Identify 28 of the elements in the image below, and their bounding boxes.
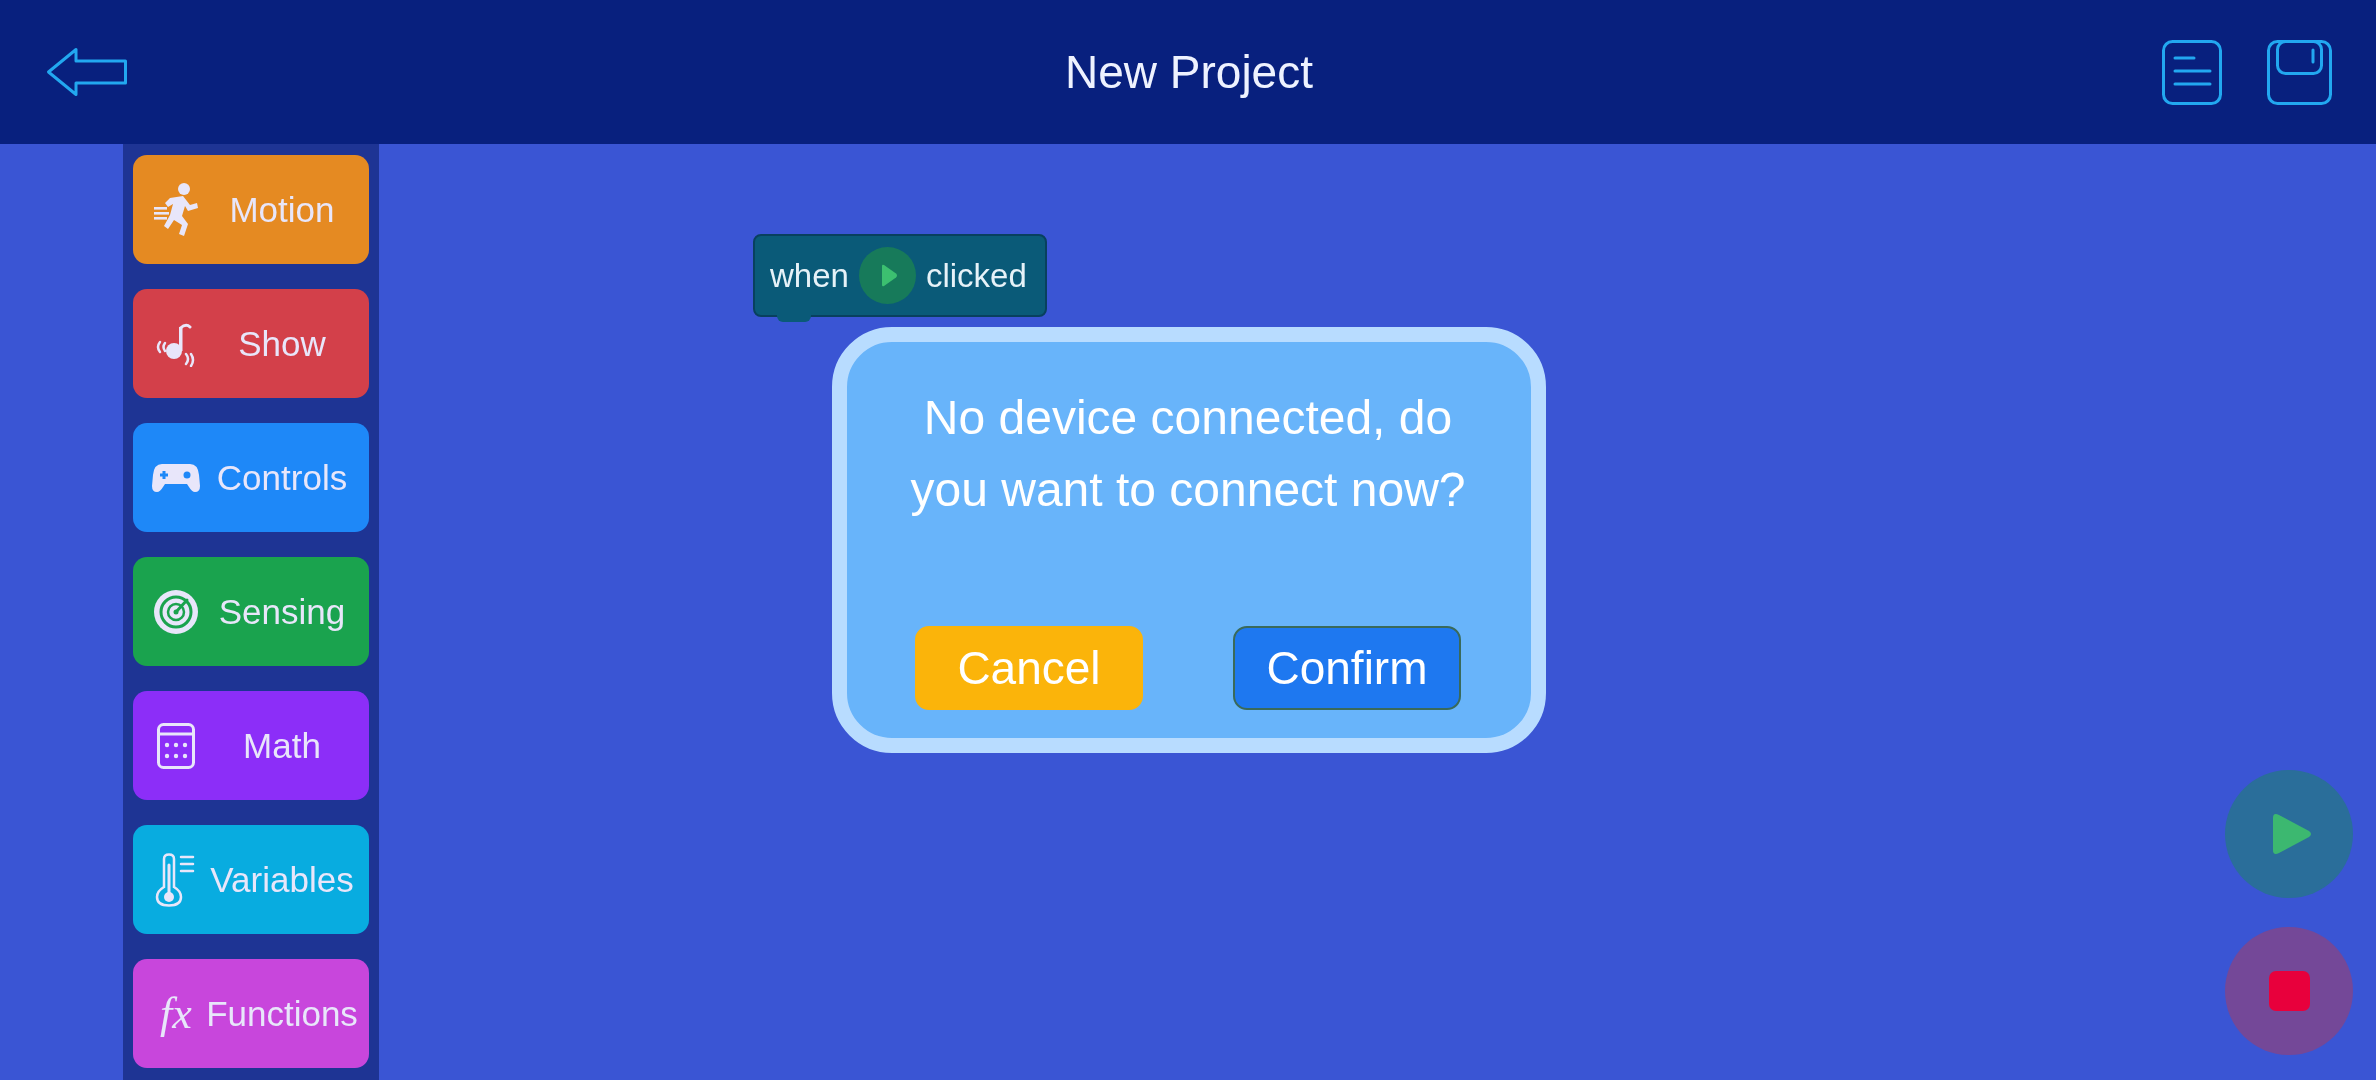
back-arrow-icon (46, 47, 128, 97)
play-icon (2271, 812, 2313, 856)
stop-icon (2268, 971, 2310, 1011)
project-title: New Project (1065, 45, 1313, 99)
category-button[interactable]: Sensing (133, 557, 369, 666)
category-button[interactable]: Motion (133, 155, 369, 264)
dialog-message: No device connected, do you want to connect now? (909, 390, 1467, 518)
fx-icon: fx (160, 991, 192, 1036)
gamepad-icon (152, 462, 200, 493)
cancel-button[interactable]: Cancel (915, 626, 1143, 710)
gauge-icon (153, 588, 199, 635)
back-button[interactable] (46, 47, 128, 97)
play-icon (858, 247, 916, 304)
document-icon (2162, 39, 2222, 105)
block-label: clicked (925, 256, 1027, 295)
confirm-button[interactable]: Confirm (1233, 626, 1461, 710)
running-figure-icon (153, 182, 199, 237)
calculator-icon (157, 722, 195, 769)
category-button[interactable]: Math (133, 691, 369, 800)
save-icon (2267, 39, 2332, 105)
category-button[interactable]: fx Functions (133, 959, 369, 1068)
document-button[interactable] (2162, 39, 2222, 105)
thermometer-icon (155, 852, 197, 907)
save-button[interactable] (2267, 39, 2332, 105)
category-button[interactable]: Controls (133, 423, 369, 532)
category-button[interactable]: Show (133, 289, 369, 398)
block-label: when (770, 256, 849, 295)
category-button[interactable]: Variables (133, 825, 369, 934)
